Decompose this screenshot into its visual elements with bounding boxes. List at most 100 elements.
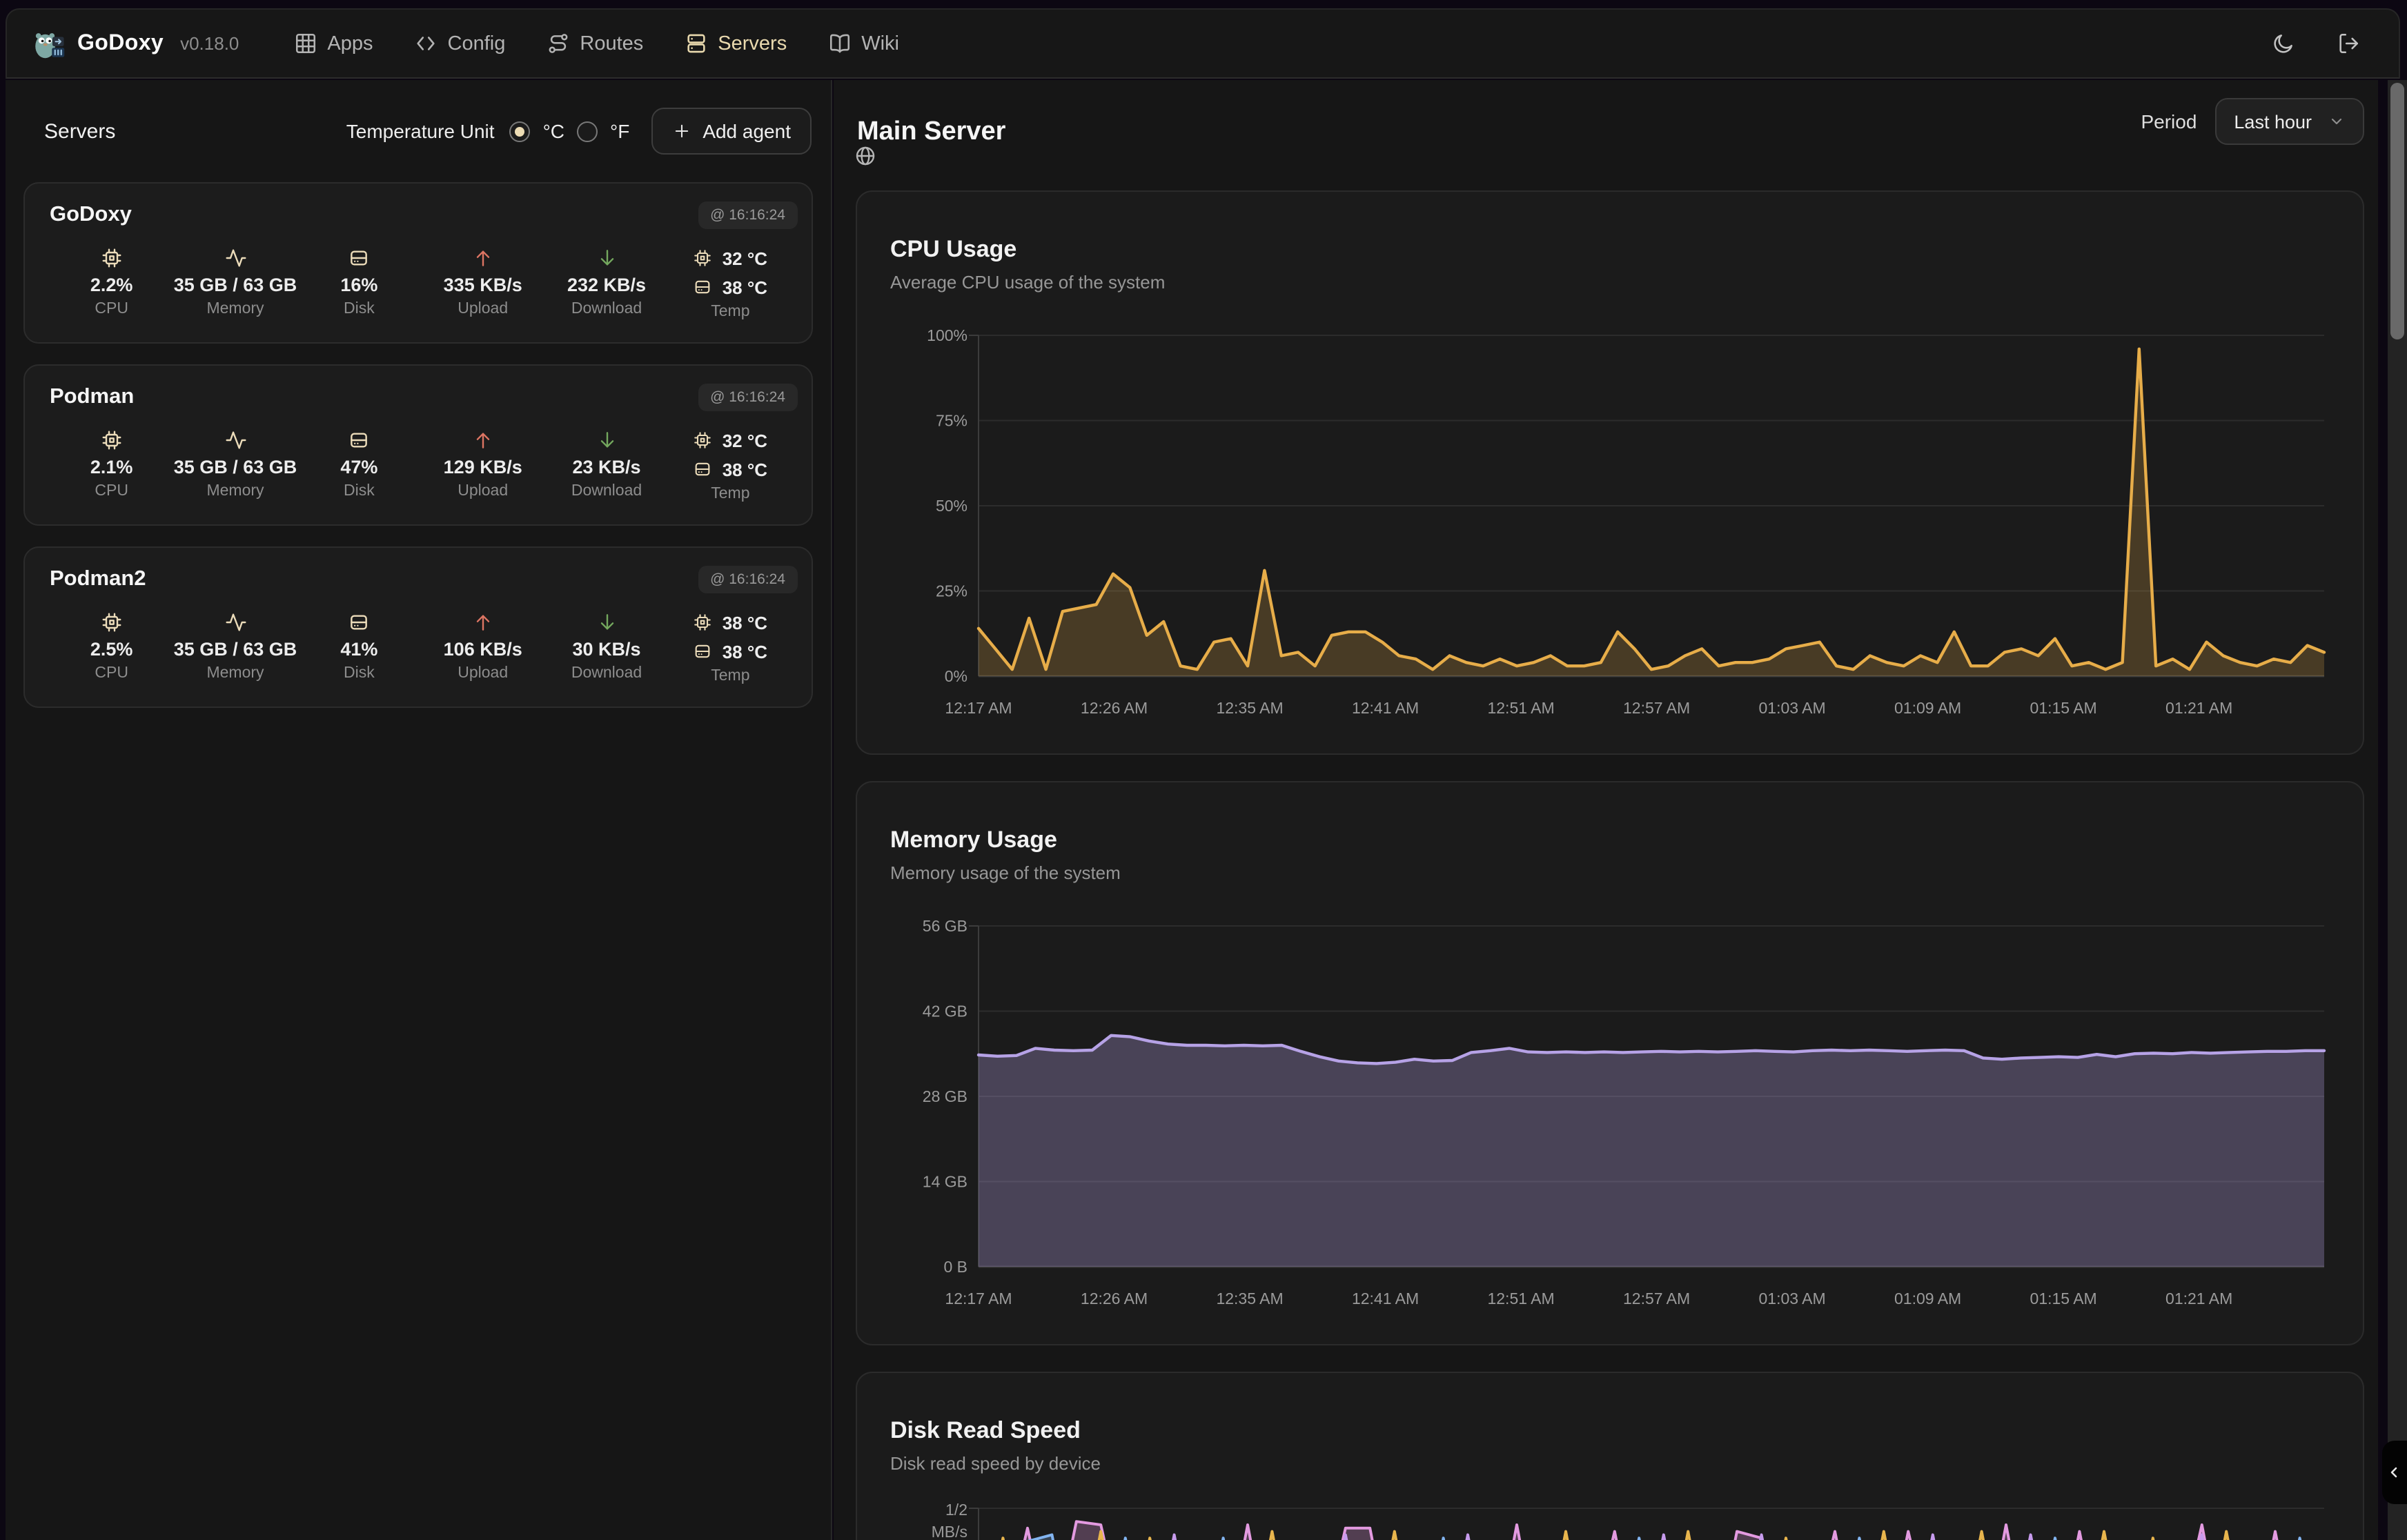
svg-text:01:09 AM: 01:09 AM — [1894, 699, 1961, 717]
svg-text:12:41 AM: 12:41 AM — [1352, 699, 1419, 717]
svg-text:75%: 75% — [936, 412, 967, 430]
svg-text:12:41 AM: 12:41 AM — [1352, 1290, 1419, 1307]
nav-item-label: Routes — [580, 32, 643, 55]
hard-drive-icon — [348, 611, 370, 633]
cpu-icon — [694, 613, 713, 632]
svg-text:MB/s: MB/s — [932, 1523, 967, 1540]
stat-label: CPU — [95, 665, 128, 682]
stat-label: Temp — [711, 304, 749, 320]
svg-text:12:26 AM: 12:26 AM — [1081, 699, 1148, 717]
svg-text:01:03 AM: 01:03 AM — [1759, 1290, 1826, 1307]
theme-toggle-moon-icon[interactable] — [2272, 32, 2295, 55]
temp-cpu-value: 38 °C — [723, 612, 767, 633]
panel-collapse-tab[interactable] — [2382, 1441, 2407, 1504]
svg-text:100%: 100% — [927, 326, 967, 344]
cpu-icon — [101, 611, 123, 633]
svg-text:01:03 AM: 01:03 AM — [1759, 699, 1826, 717]
stat-label: CPU — [95, 483, 128, 500]
brand-name: GoDoxy — [77, 31, 164, 56]
stat-value: 35 GB / 63 GB — [174, 638, 297, 661]
server-card-godoxy[interactable]: GoDoxy@ 16:16:242.2%CPU35 GB / 63 GBMemo… — [23, 182, 813, 344]
stat-value: 2.5% — [90, 638, 133, 661]
nav-item-wiki[interactable]: Wiki — [828, 32, 899, 55]
arrow-down-icon — [596, 247, 618, 269]
svg-text:12:51 AM: 12:51 AM — [1487, 1290, 1554, 1307]
temperature-radio-C[interactable] — [510, 121, 531, 141]
svg-text:14 GB: 14 GB — [923, 1173, 967, 1191]
temperature-unit-label: Temperature Unit — [346, 120, 495, 142]
code-icon — [415, 32, 438, 55]
stat-cpu: 2.1% CPU — [50, 428, 173, 502]
server-timestamp: @ 16:16:24 — [698, 384, 798, 411]
chart-subtitle: Memory usage of the system — [890, 862, 1121, 883]
server-card-podman2[interactable]: Podman2@ 16:16:242.5%CPU35 GB / 63 GBMem… — [23, 546, 813, 708]
chevron-left-icon — [2386, 1464, 2403, 1481]
svg-text:01:21 AM: 01:21 AM — [2165, 699, 2232, 717]
period-value: Last hour — [2234, 111, 2312, 132]
stat-value: 232 KB/s — [567, 273, 646, 297]
nav-item-label: Config — [448, 32, 506, 55]
chart-title: Memory Usage — [890, 827, 1057, 854]
svg-text:12:51 AM: 12:51 AM — [1487, 699, 1554, 717]
chevron-down-icon — [2328, 113, 2345, 130]
cpu-usage-card: CPU Usage Average CPU usage of the syste… — [856, 190, 2364, 755]
scrollbar-thumb[interactable] — [2390, 83, 2404, 339]
temperature-radio-F[interactable] — [577, 121, 598, 141]
stat-label: Temp — [711, 486, 749, 502]
memory-usage-card: Memory Usage Memory usage of the system … — [856, 781, 2364, 1345]
svg-text:56 GB: 56 GB — [923, 917, 967, 935]
cpu-icon — [101, 247, 123, 269]
svg-text:12:17 AM: 12:17 AM — [945, 699, 1012, 717]
arrow-down-icon — [596, 611, 618, 633]
arrow-down-icon — [596, 429, 618, 451]
server-card-podman[interactable]: Podman@ 16:16:24 2.1% CPU 35 GB / 63 GBMemo… — [23, 364, 813, 526]
add-agent-button[interactable]: Add agent — [651, 108, 812, 155]
server-timestamp: @ 16:16:24 — [698, 566, 798, 593]
period-label: Period — [2141, 110, 2197, 132]
stat-value: 129 KB/s — [444, 455, 522, 479]
temperature-radio-label: °C — [543, 120, 564, 142]
stat-value: 2.2% — [90, 273, 133, 297]
stat-value: 47% — [340, 455, 377, 479]
nav-item-apps[interactable]: Apps — [294, 32, 373, 55]
stat-label: Memory — [206, 301, 264, 317]
server-timestamp: @ 16:16:24 — [698, 201, 798, 229]
stat-memory: 35 GB / 63 GBMemory — [173, 428, 297, 502]
stat-value: 2.1% — [90, 455, 133, 479]
nav-item-routes[interactable]: Routes — [547, 32, 643, 55]
nav-item-config[interactable]: Config — [415, 32, 506, 55]
stat-temp: 32 °C38 °CTemp — [669, 246, 792, 320]
route-icon — [547, 32, 570, 55]
chart-title: Disk Read Speed — [890, 1417, 1081, 1445]
nav-item-servers[interactable]: Servers — [685, 32, 787, 55]
arrow-up-icon — [472, 429, 494, 451]
svg-text:0 B: 0 B — [943, 1258, 967, 1276]
hard-drive-icon — [348, 247, 370, 269]
chart-subtitle: Average CPU usage of the system — [890, 272, 1165, 293]
stat-value: 16% — [340, 273, 377, 297]
svg-text:0%: 0% — [945, 667, 967, 685]
brand[interactable]: GoDoxy v0.18.0 — [32, 27, 239, 60]
add-agent-label: Add agent — [703, 120, 791, 142]
period-select[interactable]: Last hour — [2214, 98, 2364, 145]
globe-icon[interactable] — [854, 145, 876, 167]
sidebar-title: Servers — [44, 119, 115, 143]
svg-text:25%: 25% — [936, 582, 967, 600]
stat-upload: 129 KB/sUpload — [421, 428, 544, 502]
stat-label: Memory — [206, 483, 264, 500]
temp-disk-value: 38 °C — [723, 459, 767, 480]
navbar: GoDoxy v0.18.0 Apps Config Routes Servers Wi… — [6, 8, 2400, 79]
period-control: Period Last hour — [2141, 98, 2364, 145]
server-name: Podman — [50, 385, 792, 410]
stat-label: Disk — [344, 301, 375, 317]
scrollbar[interactable] — [2388, 80, 2407, 1540]
book-icon — [828, 32, 852, 55]
chart-title: CPU Usage — [890, 236, 1016, 264]
stat-value: 41% — [340, 638, 377, 661]
stat-download: 232 KB/sDownload — [544, 246, 668, 320]
logout-icon[interactable] — [2337, 32, 2360, 55]
hard-drive-icon — [694, 460, 713, 479]
stat-cpu: 2.2%CPU — [50, 246, 173, 320]
svg-text:01:15 AM: 01:15 AM — [2030, 699, 2097, 717]
cpu-icon — [101, 429, 123, 451]
